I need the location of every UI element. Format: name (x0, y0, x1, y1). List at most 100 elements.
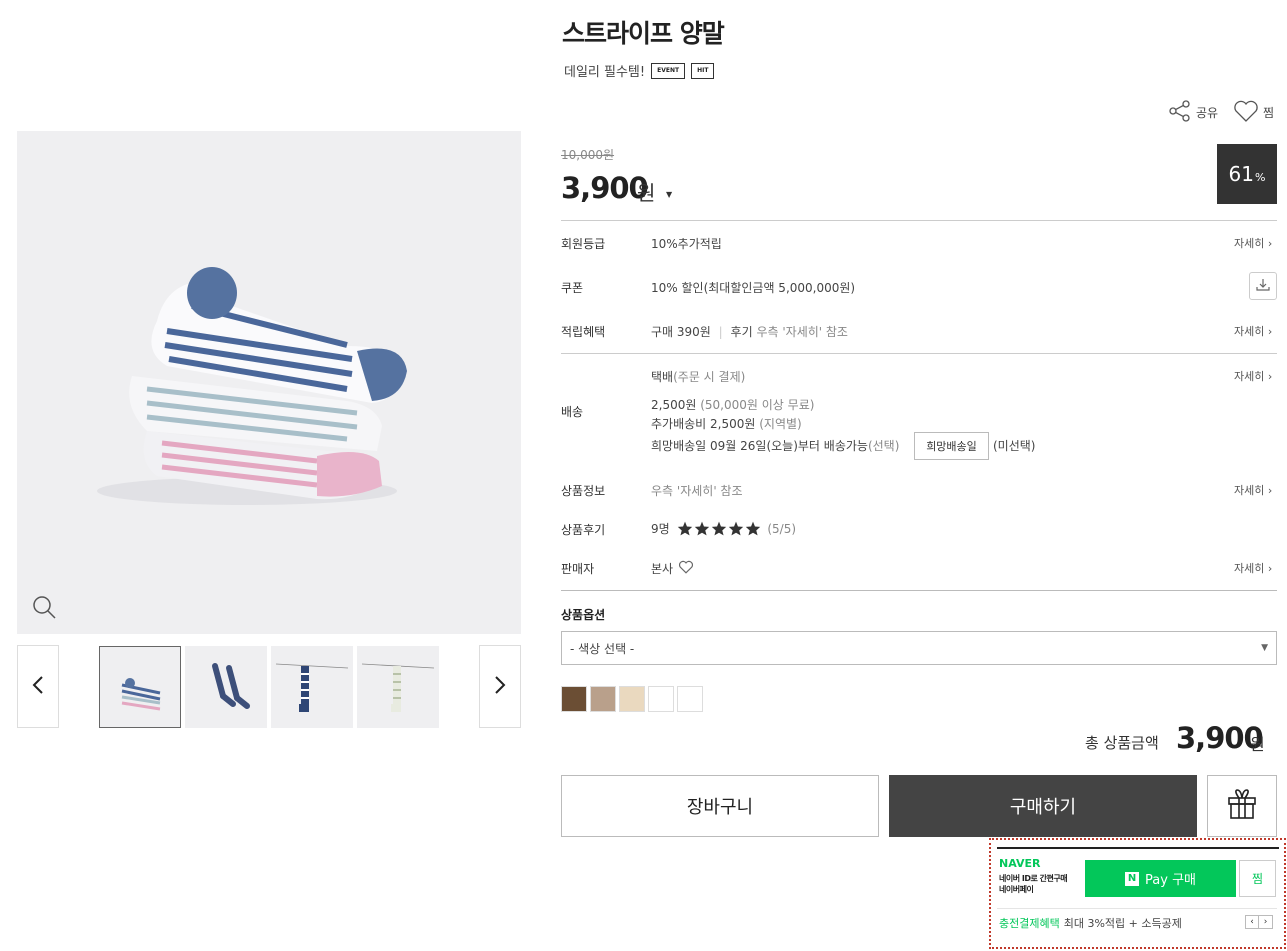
shipping-fee-value: 2,500원 (651, 398, 697, 412)
hit-badge: HIT (691, 62, 715, 79)
color-select[interactable]: - 색상 선택 - ▼ (561, 631, 1277, 665)
total-unit: 원 (1250, 735, 1265, 754)
member-more-link[interactable]: 자세히 › (1234, 235, 1272, 251)
points-review-key: 후기 (730, 325, 753, 339)
review-score: (5/5) (767, 522, 797, 536)
shipping-date: 희망배송일 09월 26일(오늘)부터 배송가능(선택) (651, 437, 899, 454)
zoom-icon[interactable] (31, 594, 57, 624)
star-icon (728, 521, 744, 539)
thumbnail-4[interactable] (357, 646, 439, 728)
color-swatch[interactable] (677, 686, 703, 712)
color-swatch[interactable] (619, 686, 645, 712)
naver-pay-benefit: 충전결제혜택 최대 3%적립 + 소득공제 (999, 915, 1182, 931)
chevron-right-icon (494, 675, 506, 699)
shipping-fee-note: (50,000원 이상 무료) (700, 398, 815, 412)
total-label: 총 상품금액 (1085, 734, 1159, 752)
naver-n-icon: N (1125, 871, 1140, 886)
naver-pay-buy-label: Pay 구매 (1145, 873, 1196, 888)
naver-pay-desc-2: 네이버페이 (999, 885, 1034, 894)
star-icon (745, 521, 761, 539)
discount-unit: % (1255, 170, 1266, 184)
points-separator: | (718, 325, 723, 339)
chevron-left-icon (32, 675, 44, 699)
shipping-method: 택배(주문 시 결제) (651, 368, 745, 385)
sale-price-unit: 원 (637, 181, 656, 205)
points-review-value: 우측 '자세히' 참조 (756, 325, 848, 339)
coupon-value: 10% 할인(최대할인금액 5,000,000원) (651, 281, 856, 295)
shipping-extra-value: 추가배송비 2,500원 (651, 417, 756, 431)
buy-button[interactable]: 구매하기 (889, 775, 1197, 837)
seller-more-link[interactable]: 자세히 › (1234, 560, 1272, 576)
heart-icon[interactable] (678, 560, 694, 577)
color-swatch[interactable] (648, 686, 674, 712)
divider (561, 220, 1277, 221)
option-label: 상품옵션 (561, 608, 606, 622)
star-icon (694, 521, 710, 539)
divider (561, 590, 1277, 591)
benefit-key: 충전결제혜택 (999, 917, 1060, 930)
points-more-link[interactable]: 자세히 › (1234, 323, 1272, 339)
share-button[interactable]: 공유 (1168, 99, 1218, 126)
thumb-prev-button[interactable] (17, 645, 59, 728)
naver-pay-desc-1: 네이버 ID로 간편구매 (999, 874, 1068, 883)
thumbnail-2[interactable] (185, 646, 267, 728)
delivery-date-status: (미선택) (993, 439, 1036, 453)
shipping-extra: 추가배송비 2,500원 (지역별) (651, 415, 802, 432)
naver-pay-divider (997, 908, 1277, 909)
share-label: 공유 (1196, 106, 1219, 120)
share-icon (1168, 99, 1192, 126)
points-label: 적립혜택 (561, 325, 606, 339)
points-value: 구매 390원 | 후기 우측 '자세히' 참조 (651, 323, 848, 340)
gift-icon (1226, 788, 1258, 824)
gift-button[interactable] (1207, 775, 1277, 837)
thumbnail-1[interactable] (99, 646, 181, 728)
star-icon (711, 521, 727, 539)
naver-pay-wish-button[interactable]: 찜 (1239, 860, 1276, 897)
shipping-more-link[interactable]: 자세히 › (1234, 368, 1272, 384)
star-icon (677, 521, 693, 539)
caret-down-icon[interactable]: ▼ (666, 190, 672, 199)
member-label: 회원등급 (561, 237, 606, 251)
benefit-next-button[interactable]: › (1259, 915, 1273, 929)
naver-pay-buy-button[interactable]: N Pay 구매 (1085, 860, 1236, 897)
main-product-image[interactable] (17, 131, 521, 634)
original-price-unit: 원 (603, 148, 615, 162)
seller-value: 본사 (651, 560, 694, 577)
benefit-value: 최대 3%적립 + 소득공제 (1063, 917, 1182, 930)
color-swatch[interactable] (561, 686, 587, 712)
shipping-label: 배송 (561, 405, 584, 419)
discount-value: 61 (1228, 162, 1254, 186)
cart-button[interactable]: 장바구니 (561, 775, 879, 837)
product-info-more-link[interactable]: 자세히 › (1234, 482, 1272, 498)
wish-button[interactable]: 찜 (1233, 99, 1274, 126)
subtitle-text: 데일리 필수템! (564, 65, 646, 80)
color-select-value: - 색상 선택 - (570, 641, 635, 656)
rating-stars (677, 521, 761, 539)
seller-label: 판매자 (561, 562, 595, 576)
thumb-next-button[interactable] (479, 645, 521, 728)
thumbnail-3[interactable] (271, 646, 353, 728)
original-price: 10,000원 (561, 146, 614, 163)
seller-name: 본사 (651, 562, 674, 576)
benefit-nav: ‹ › (1245, 915, 1273, 929)
caret-down-icon: ▼ (1261, 643, 1268, 653)
event-badge: EVENT (651, 62, 686, 79)
delivery-date-button[interactable]: 희망배송일 (914, 432, 989, 460)
original-price-value: 10,000 (561, 148, 603, 162)
member-value: 10%추가적립 (651, 237, 722, 251)
review-count: 9명 (651, 522, 670, 536)
product-info-value: 우측 '자세히' 참조 (651, 484, 743, 498)
shipping-date-note: (선택) (867, 439, 900, 453)
coupon-download-button[interactable] (1249, 272, 1277, 300)
naver-pay-top-line (997, 847, 1279, 849)
shipping-date-text: 희망배송일 09월 26일(오늘)부터 배송가능 (651, 439, 868, 453)
download-icon (1256, 277, 1270, 296)
heart-icon (1233, 99, 1259, 126)
review-label: 상품후기 (561, 523, 606, 537)
color-swatch[interactable] (590, 686, 616, 712)
benefit-prev-button[interactable]: ‹ (1245, 915, 1259, 929)
product-subtitle: 데일리 필수템! EVENT HIT (564, 61, 715, 80)
points-buy: 구매 390원 (651, 325, 711, 339)
shipping-method-note: (주문 시 결제) (673, 370, 746, 384)
review-value[interactable]: 9명 (5/5) (651, 520, 796, 539)
